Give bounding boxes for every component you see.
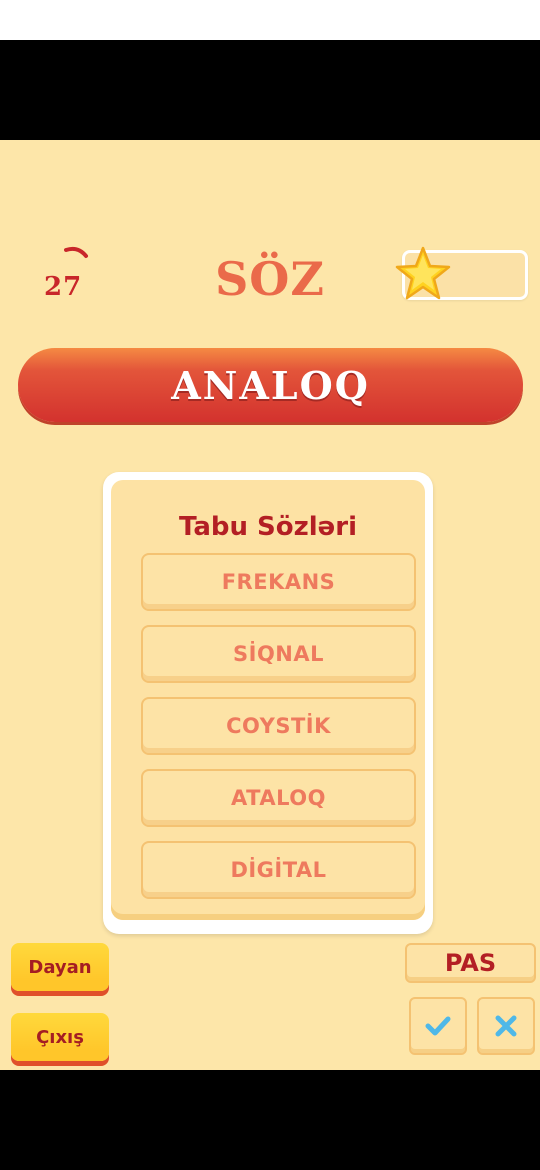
taboo-word: FREKANS — [141, 553, 416, 611]
pass-button[interactable]: PAS — [405, 943, 536, 983]
game-title: SÖZ — [215, 252, 325, 306]
timer: 27 — [40, 240, 100, 310]
taboo-word: DİGİTAL — [141, 841, 416, 899]
timer-value: 27 — [44, 272, 83, 302]
star-icon — [395, 246, 451, 300]
taboo-card: Tabu Sözləri FREKANS SİQNAL COYSTİK ATAL… — [103, 472, 433, 934]
target-word-banner: ANALOQ — [18, 348, 523, 422]
taboo-heading: Tabu Sözləri — [178, 512, 358, 542]
timer-arc-icon — [64, 246, 88, 258]
wrong-button[interactable] — [477, 997, 535, 1055]
taboo-word: COYSTİK — [141, 697, 416, 755]
taboo-card-inner: Tabu Sözləri FREKANS SİQNAL COYSTİK ATAL… — [111, 480, 425, 920]
exit-button[interactable]: Çıxış — [11, 1013, 109, 1061]
pause-button[interactable]: Dayan — [11, 943, 109, 991]
bottom-letterbox — [0, 1070, 540, 1170]
correct-button[interactable] — [409, 997, 467, 1055]
check-icon — [425, 1016, 451, 1036]
taboo-word: ATALOQ — [141, 769, 416, 827]
close-icon — [495, 1015, 517, 1037]
status-bar-area — [0, 0, 540, 40]
target-word: ANALOQ — [171, 362, 370, 408]
top-letterbox — [0, 40, 540, 140]
taboo-word: SİQNAL — [141, 625, 416, 683]
